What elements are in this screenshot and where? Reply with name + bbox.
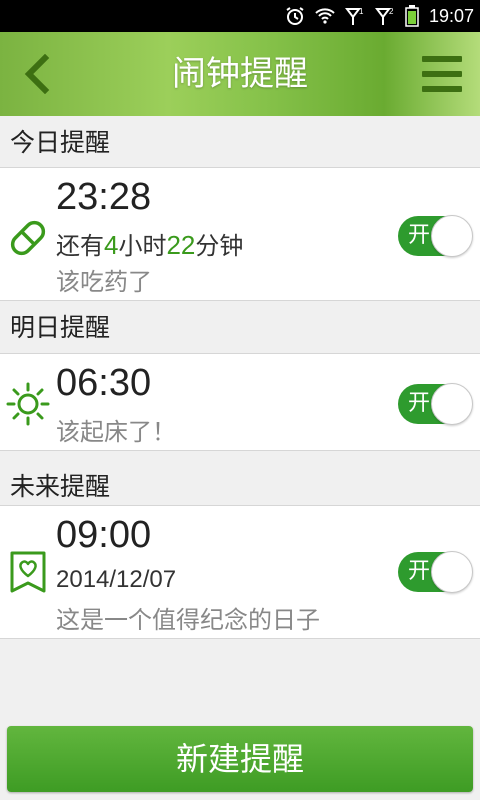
- wifi-icon: [315, 8, 335, 24]
- status-time: 19:07: [428, 5, 474, 26]
- svg-text:1: 1: [359, 7, 364, 16]
- alarm-time: 06:30: [56, 362, 152, 404]
- countdown-hour-unit: 小时: [118, 232, 167, 260]
- countdown-prefix: 还有: [56, 232, 104, 260]
- toggle-knob: [431, 383, 473, 425]
- alarm-toggle-tomorrow[interactable]: 开: [398, 383, 473, 425]
- toggle-knob: [431, 551, 473, 593]
- alarm-countdown: 还有4小时22分钟: [56, 226, 243, 261]
- toggle-label: 开: [408, 223, 431, 248]
- alarm-message: 该吃药了: [56, 268, 152, 296]
- alarm-message: 这是一个值得纪念的日子: [56, 606, 320, 634]
- battery-icon: [405, 5, 419, 27]
- menu-button[interactable]: [418, 52, 466, 96]
- section-title-today: 今日提醒: [10, 128, 111, 157]
- app-header: 闹钟提醒: [0, 32, 480, 116]
- toggle-label: 开: [408, 391, 431, 416]
- sun-icon: [6, 382, 50, 426]
- alarm-toggle-future[interactable]: 开: [398, 551, 473, 593]
- alarm-clock-icon: [285, 6, 305, 26]
- countdown-minute-unit: 分钟: [195, 232, 244, 260]
- pill-icon: [6, 216, 50, 260]
- signal-1-icon: 1: [344, 6, 365, 26]
- menu-icon: [422, 56, 462, 62]
- status-bar: 1 2 19:07: [0, 0, 480, 32]
- alarm-card-future[interactable]: 09:00 2014/12/07 这是一个值得纪念的日子 开: [0, 505, 480, 639]
- section-title-tomorrow: 明日提醒: [10, 313, 111, 342]
- toggle-knob: [431, 215, 473, 257]
- toggle-label: 开: [408, 559, 431, 584]
- alarm-card-tomorrow[interactable]: 06:30 该起床了！ 开: [0, 353, 480, 451]
- alarm-message: 该起床了！: [56, 418, 176, 446]
- alarm-time: 23:28: [56, 176, 152, 218]
- page-title: 闹钟提醒: [172, 54, 308, 94]
- new-reminder-button[interactable]: 新建提醒: [7, 726, 473, 792]
- countdown-minutes: 22: [166, 230, 196, 260]
- alarm-time: 09:00: [56, 514, 152, 556]
- countdown-hours: 4: [104, 230, 119, 260]
- signal-2-icon: 2: [374, 6, 395, 26]
- alarm-card-today[interactable]: 23:28 还有4小时22分钟 该吃药了 开: [0, 167, 480, 301]
- heart-bookmark-icon: [6, 550, 50, 594]
- alarm-toggle-today[interactable]: 开: [398, 215, 473, 257]
- alarm-date: 2014/12/07: [56, 566, 177, 593]
- svg-text:2: 2: [389, 7, 394, 16]
